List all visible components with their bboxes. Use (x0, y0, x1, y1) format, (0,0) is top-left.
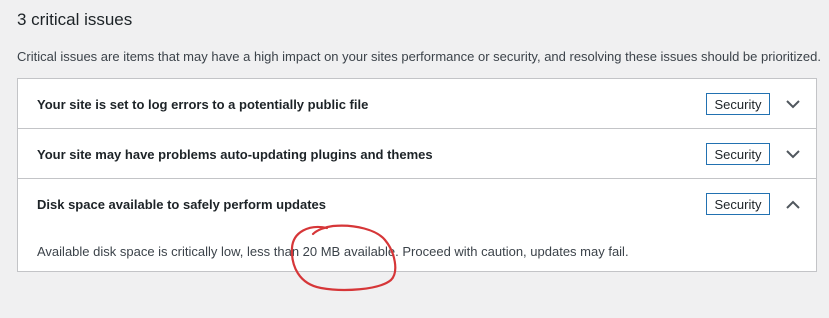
issue-title[interactable]: Disk space available to safely perform u… (37, 197, 326, 212)
issue-item-auto-updates[interactable]: Your site may have problems auto-updatin… (18, 129, 816, 179)
section-description: Critical issues are items that may have … (17, 49, 821, 64)
issue-title[interactable]: Your site is set to log errors to a pote… (37, 97, 368, 112)
chevron-down-icon[interactable] (782, 143, 804, 165)
section-heading: 3 critical issues (17, 10, 133, 29)
issue-item-log-errors[interactable]: Your site is set to log errors to a pote… (18, 79, 816, 129)
issue-detail-text: Available disk space is critically low, … (37, 244, 629, 259)
issues-accordion: Your site is set to log errors to a pote… (17, 78, 817, 272)
security-badge: Security (706, 143, 770, 165)
chevron-down-icon[interactable] (782, 93, 804, 115)
issue-item-disk-space[interactable]: Disk space available to safely perform u… (18, 179, 816, 229)
security-badge: Security (706, 93, 770, 115)
chevron-up-icon[interactable] (782, 193, 804, 215)
security-badge: Security (706, 193, 770, 215)
site-health-critical-issues: 3 critical issues Critical issues are it… (0, 0, 829, 318)
issue-title[interactable]: Your site may have problems auto-updatin… (37, 147, 433, 162)
